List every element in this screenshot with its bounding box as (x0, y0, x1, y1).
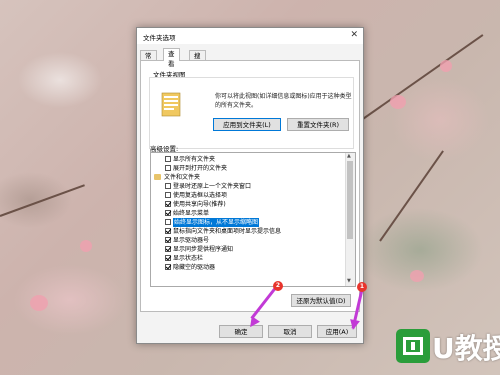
logo-icon (403, 337, 423, 355)
checkbox[interactable] (165, 210, 171, 216)
logo-emblem (396, 329, 430, 363)
advanced-settings-list[interactable]: 显示所有文件夹 展开到打开的文件夹 文件和文件夹 登录时还原上一个文件夹窗口 使… (150, 152, 356, 287)
checkbox[interactable] (165, 165, 171, 171)
folder-views-icon (161, 92, 181, 117)
checkbox[interactable] (165, 156, 171, 162)
dialog-title: 文件夹选项 (143, 34, 176, 42)
close-icon[interactable]: ✕ (350, 30, 358, 40)
watermark-logo: U教授 (396, 323, 500, 369)
list-item-label: 鼠标指向文件夹和桌面项时显示提示信息 (173, 228, 282, 235)
list-item-label: 始终显示菜单 (173, 210, 210, 217)
list-item-label: 使用共享向导(推荐) (173, 201, 226, 208)
list-scrollbar[interactable]: ▲ ▼ (345, 153, 355, 286)
checkbox[interactable] (165, 183, 171, 189)
annotation-arrowhead-1 (348, 319, 360, 331)
folder-icon (154, 174, 161, 180)
list-item-label: 显示状态栏 (173, 255, 204, 262)
list-item-label: 显示所有文件夹 (173, 156, 216, 163)
view-tab-panel: 文件夹视图 你可以将此视图(如详细信息或图标)应用于这种类型的所有文件夹。 应用… (140, 60, 360, 312)
wallpaper-blossom (80, 240, 92, 252)
folder-options-dialog: 文件夹选项 ✕ 常规 查看 搜索 文件夹视图 你可以将此视图(如详细信息或图标)… (136, 27, 364, 344)
restore-defaults-button[interactable]: 还原为默认值(D) (291, 294, 351, 307)
checkbox[interactable] (165, 219, 171, 225)
list-item-label: 隐藏空的驱动器 (173, 264, 216, 271)
list-item-label: 展开到打开的文件夹 (173, 165, 228, 172)
reset-folders-button[interactable]: 重置文件夹(R) (287, 118, 349, 131)
wallpaper-blossom (390, 95, 406, 109)
checkbox[interactable] (165, 255, 171, 261)
annotation-marker-1: 1 (357, 282, 367, 292)
folder-views-description: 你可以将此视图(如详细信息或图标)应用于这种类型的所有文件夹。 (215, 93, 352, 109)
folder-views-group: 你可以将此视图(如详细信息或图标)应用于这种类型的所有文件夹。 应用到文件夹(L… (149, 77, 354, 149)
list-item-label: 显示同步提供程序通知 (173, 246, 234, 253)
tab-view[interactable]: 查看 (163, 48, 180, 68)
cancel-button[interactable]: 取消 (268, 325, 312, 338)
annotation-marker-2: 2 (273, 281, 283, 291)
wallpaper-blossom (410, 270, 424, 282)
checkbox[interactable] (165, 192, 171, 198)
scroll-up-icon[interactable]: ▲ (347, 153, 351, 159)
scroll-down-icon[interactable]: ▼ (347, 278, 351, 284)
wallpaper-blossom (440, 60, 452, 72)
checkbox[interactable] (165, 228, 171, 234)
title-bar[interactable]: 文件夹选项 ✕ (137, 28, 363, 44)
list-item-label: 文件和文件夹 (164, 174, 201, 181)
list-item-label: 登录时还原上一个文件夹窗口 (173, 183, 252, 190)
ok-button[interactable]: 确定 (219, 325, 263, 338)
watermark-text: U教授 (432, 332, 500, 365)
apply-to-folders-button[interactable]: 应用到文件夹(L) (213, 118, 281, 131)
checkbox[interactable] (165, 201, 171, 207)
scrollbar-thumb[interactable] (347, 161, 353, 239)
wallpaper-blossom (30, 295, 48, 311)
checkbox[interactable] (165, 246, 171, 252)
list-item-label: 始终显示图标，从不显示缩略图 (173, 218, 260, 227)
checkbox[interactable] (165, 264, 171, 270)
list-item-label: 显示驱动器号 (173, 237, 210, 244)
checkbox[interactable] (165, 237, 171, 243)
list-item-label: 使用复选框以选择项 (173, 192, 228, 199)
